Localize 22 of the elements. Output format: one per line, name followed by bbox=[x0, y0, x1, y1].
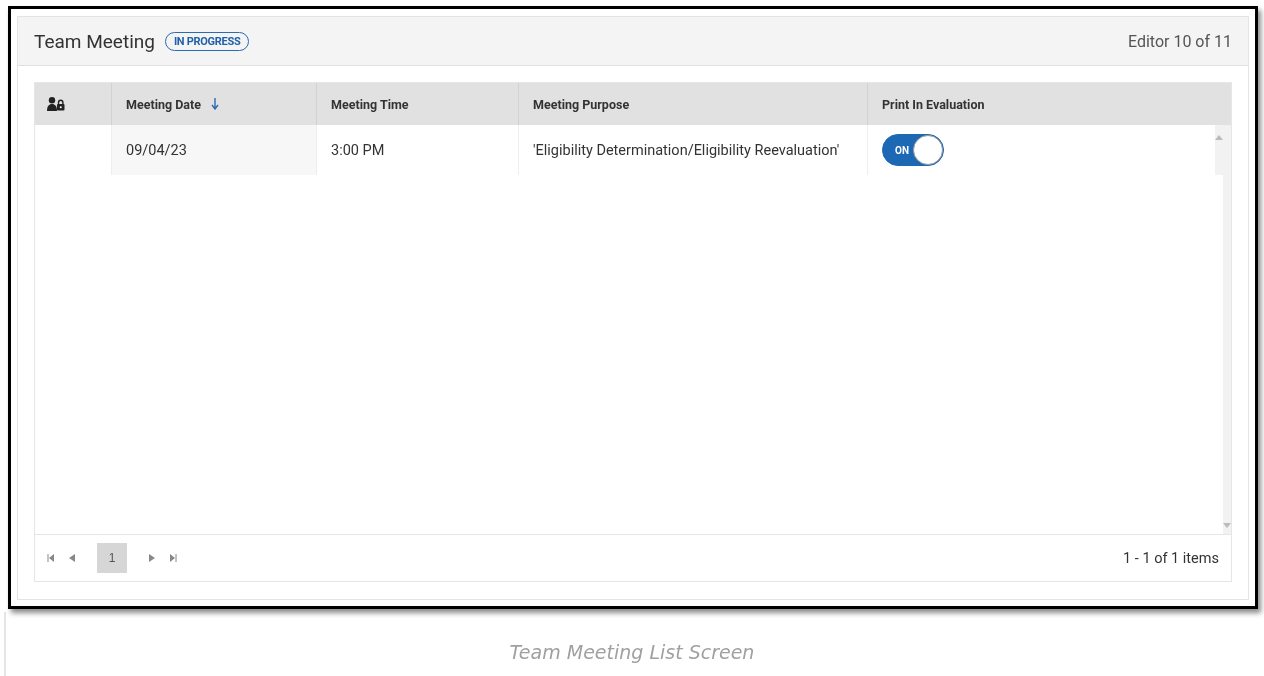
last-page-button[interactable] bbox=[169, 554, 177, 562]
column-label: Meeting Time bbox=[331, 96, 409, 112]
previous-page-button[interactable] bbox=[69, 554, 75, 562]
column-header[interactable]: Meeting Time bbox=[316, 83, 518, 125]
first-page-button[interactable] bbox=[47, 554, 55, 562]
items-summary: 1 - 1 of 1 items bbox=[1123, 549, 1219, 567]
table-cell: 09/04/23 bbox=[111, 125, 316, 175]
column-label: Meeting Purpose bbox=[533, 96, 630, 112]
figure-caption: Team Meeting List Screen bbox=[509, 641, 755, 663]
table-cell: 3:00 PM bbox=[316, 125, 518, 175]
column-label: Print In Evaluation bbox=[882, 96, 985, 112]
user-lock-icon bbox=[47, 97, 65, 111]
editor-count: Editor 10 of 11 bbox=[1127, 31, 1232, 51]
sort-descending-icon[interactable] bbox=[211, 98, 220, 110]
next-page-button[interactable] bbox=[149, 554, 155, 562]
table-cell: 'Eligibility Determination/Eligibility Reevaluation' bbox=[518, 125, 867, 175]
page-button[interactable]: 1 bbox=[97, 543, 127, 573]
column-label: Meeting Date bbox=[126, 96, 202, 112]
toggle-switch[interactable]: ON bbox=[882, 134, 944, 166]
column-header[interactable]: Meeting Purpose bbox=[518, 83, 867, 125]
panel-title: Team Meeting bbox=[34, 29, 155, 53]
column-header[interactable]: Print In Evaluation bbox=[867, 83, 1215, 125]
